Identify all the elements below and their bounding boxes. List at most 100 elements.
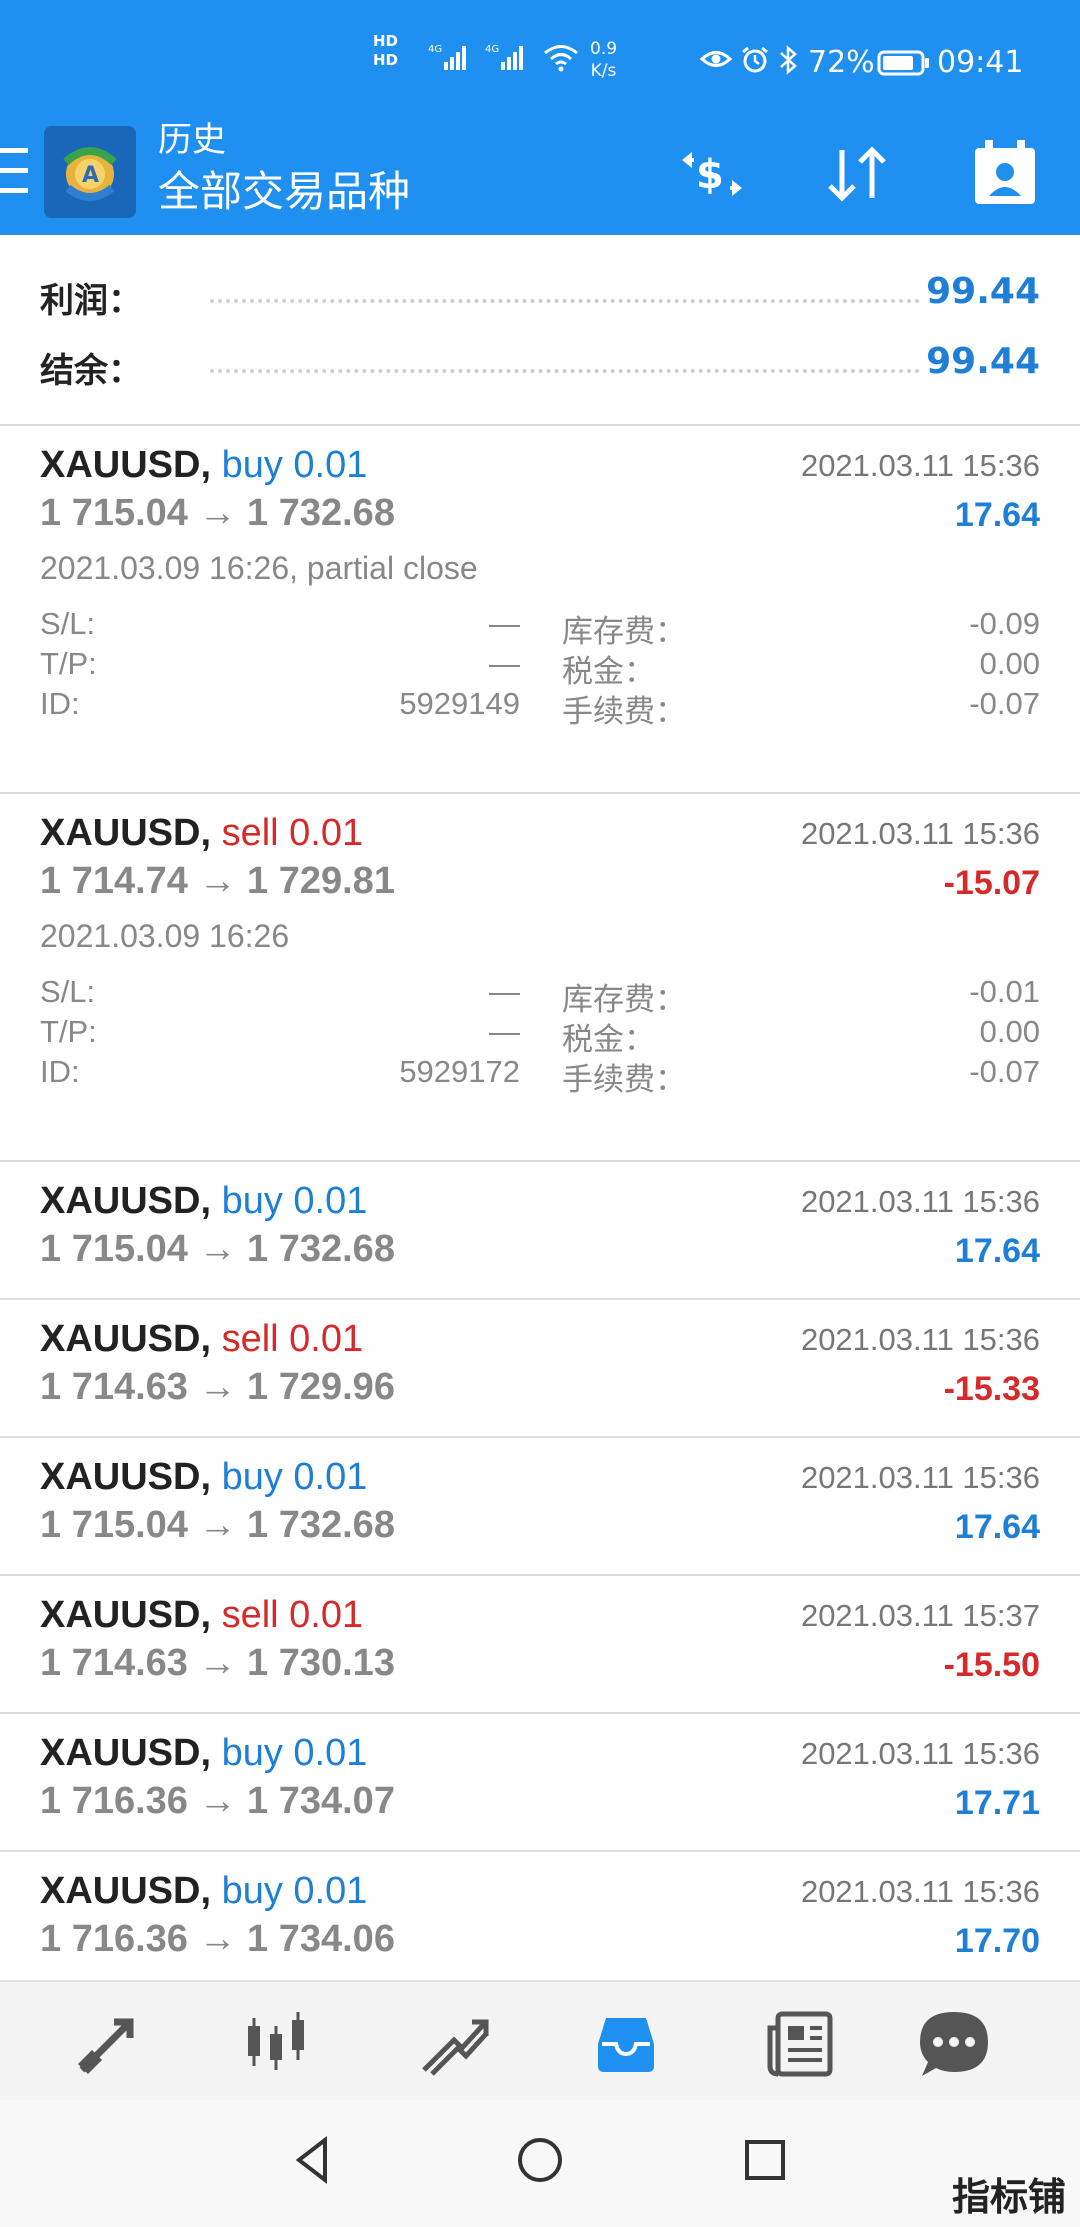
symbol-label: XAUUSD,	[40, 1318, 212, 1360]
deal-type: sell 0.01	[221, 812, 364, 854]
trade-tab-icon[interactable]	[414, 2004, 494, 2084]
back-icon[interactable]	[285, 2130, 345, 2190]
tp-label: T/P:	[40, 646, 97, 681]
deal-prices: 1 714.63 → 1 730.13	[40, 1642, 395, 1684]
quotes-tab-icon[interactable]	[68, 2004, 148, 2084]
news-tab-icon[interactable]	[760, 2004, 840, 2084]
tp-value: —	[489, 646, 520, 681]
history-tab-icon[interactable]	[586, 2004, 666, 2084]
deal-prices: 1 715.04 → 1 732.68	[40, 492, 395, 534]
deal-type: sell 0.01	[221, 1594, 364, 1636]
deal-open-info: 2021.03.09 16:26, partial close	[40, 550, 478, 586]
symbol-label: XAUUSD,	[40, 1180, 212, 1222]
app-header: HD HD 4G 4G 0.9 K/s 72% 09:41 A 历史 全部交易品…	[0, 0, 1080, 235]
deal-type: buy 0.01	[221, 1732, 368, 1774]
swap-value: -0.09	[969, 606, 1040, 641]
app-bar: A 历史 全部交易品种 $	[0, 118, 1080, 235]
deal-row[interactable]: XAUUSD, sell 0.01 2021.03.11 15:36 1 714.6…	[0, 1300, 1080, 1438]
deal-row[interactable]: XAUUSD, buy 0.01 2021.03.11 15:36 1 715.04…	[0, 426, 1080, 794]
battery-icon	[877, 50, 931, 80]
deal-prices: 1 715.04 → 1 732.68	[40, 1504, 395, 1546]
dotted-leader	[210, 369, 920, 373]
quotes-icon[interactable]: $	[672, 134, 752, 214]
bluetooth-icon	[778, 45, 800, 82]
status-bar: HD HD 4G 4G 0.9 K/s 72% 09:41	[0, 0, 1080, 118]
app-logo: A	[44, 126, 136, 218]
id-label: ID:	[40, 686, 80, 721]
id-value: 5929172	[399, 1054, 520, 1089]
deal-prices: 1 716.36 → 1 734.07	[40, 1780, 395, 1822]
deal-profit: 17.64	[954, 1508, 1040, 1546]
deal-symbol: XAUUSD, sell 0.01	[40, 812, 363, 855]
sl-label: S/L:	[40, 974, 96, 1009]
menu-icon[interactable]	[0, 148, 28, 196]
deal-row[interactable]: XAUUSD, sell 0.01 2021.03.11 15:37 1 714.6…	[0, 1576, 1080, 1714]
speed-value: 0.9	[590, 39, 618, 59]
deal-profit: -15.33	[943, 1370, 1040, 1408]
battery-percent: 72%	[808, 45, 875, 80]
symbol-label: XAUUSD,	[40, 1456, 212, 1498]
swap-value: -0.01	[969, 974, 1040, 1009]
watermark: 指标铺	[951, 2175, 1066, 2219]
deal-time: 2021.03.11 15:36	[800, 1874, 1040, 1909]
symbol-label: XAUUSD,	[40, 444, 212, 486]
deal-type: buy 0.01	[221, 444, 368, 486]
balance-label: 结余：	[40, 351, 142, 391]
hd1-label: HD	[373, 32, 399, 50]
symbol-label: XAUUSD,	[40, 1870, 212, 1912]
signal-icon-2: 4G	[485, 42, 533, 76]
calendar-icon[interactable]	[965, 134, 1045, 214]
sl-label: S/L:	[40, 606, 96, 641]
tax-label: 税金：	[562, 1022, 655, 1057]
deal-time: 2021.03.11 15:36	[800, 448, 1040, 483]
deal-row[interactable]: XAUUSD, buy 0.01 2021.03.11 15:36 1 716.36…	[0, 1714, 1080, 1852]
deal-type: buy 0.01	[221, 1870, 368, 1912]
sl-value: —	[489, 606, 520, 641]
deal-time: 2021.03.11 15:36	[800, 1322, 1040, 1357]
home-icon[interactable]	[510, 2130, 570, 2190]
deal-prices: 1 715.04 → 1 732.68	[40, 1228, 395, 1270]
bottom-tab-bar	[0, 1980, 1080, 2102]
tax-value: 0.00	[979, 646, 1040, 681]
deal-prices: 1 716.36 → 1 734.06	[40, 1918, 395, 1960]
chart-tab-icon[interactable]	[240, 2004, 320, 2084]
swap-label: 库存费：	[562, 614, 686, 649]
recents-icon[interactable]	[735, 2130, 795, 2190]
tax-label: 税金：	[562, 654, 655, 689]
deal-symbol: XAUUSD, sell 0.01	[40, 1594, 363, 1637]
commission-label: 手续费：	[562, 694, 686, 729]
balance-value: 99.44	[926, 341, 1040, 382]
deal-type: buy 0.01	[221, 1180, 368, 1222]
deal-row[interactable]: XAUUSD, sell 0.01 2021.03.11 15:36 1 714.7…	[0, 794, 1080, 1162]
eye-icon	[699, 48, 733, 74]
profit-value: 99.44	[926, 271, 1040, 312]
balance-row: 结余： 99.44	[0, 333, 1080, 393]
deal-prices: 1 714.63 → 1 729.96	[40, 1366, 395, 1408]
deal-profit: -15.07	[943, 864, 1040, 902]
deal-open-info: 2021.03.09 16:26	[40, 918, 290, 954]
clock: 09:41	[937, 45, 1024, 80]
deal-profit: 17.70	[954, 1922, 1040, 1960]
alarm-icon	[740, 46, 770, 78]
dotted-leader	[210, 299, 920, 303]
commission-value: -0.07	[969, 1054, 1040, 1089]
deal-profit: -15.50	[943, 1646, 1040, 1684]
speed-unit: K/s	[590, 61, 617, 81]
deal-row[interactable]: XAUUSD, buy 0.01 2021.03.11 15:36 1 716.36…	[0, 1852, 1080, 1990]
sort-icon[interactable]	[818, 134, 898, 214]
deal-row[interactable]: XAUUSD, buy 0.01 2021.03.11 15:36 1 715.04…	[0, 1162, 1080, 1300]
tp-value: —	[489, 1014, 520, 1049]
deal-time: 2021.03.11 15:36	[800, 816, 1040, 851]
tp-label: T/P:	[40, 1014, 97, 1049]
commission-label: 手续费：	[562, 1062, 686, 1097]
symbol-label: XAUUSD,	[40, 1594, 212, 1636]
deal-time: 2021.03.11 15:37	[800, 1598, 1040, 1633]
deal-profit: 17.71	[954, 1784, 1040, 1822]
deal-row[interactable]: XAUUSD, buy 0.01 2021.03.11 15:36 1 715.04…	[0, 1438, 1080, 1576]
symbol-filter[interactable]: 全部交易品种	[158, 164, 410, 220]
svg-text:4G: 4G	[485, 44, 499, 55]
profit-label: 利润：	[40, 281, 142, 321]
deal-symbol: XAUUSD, buy 0.01	[40, 1870, 367, 1913]
messages-tab-icon[interactable]	[914, 2004, 994, 2084]
page-title: 历史	[158, 120, 226, 160]
